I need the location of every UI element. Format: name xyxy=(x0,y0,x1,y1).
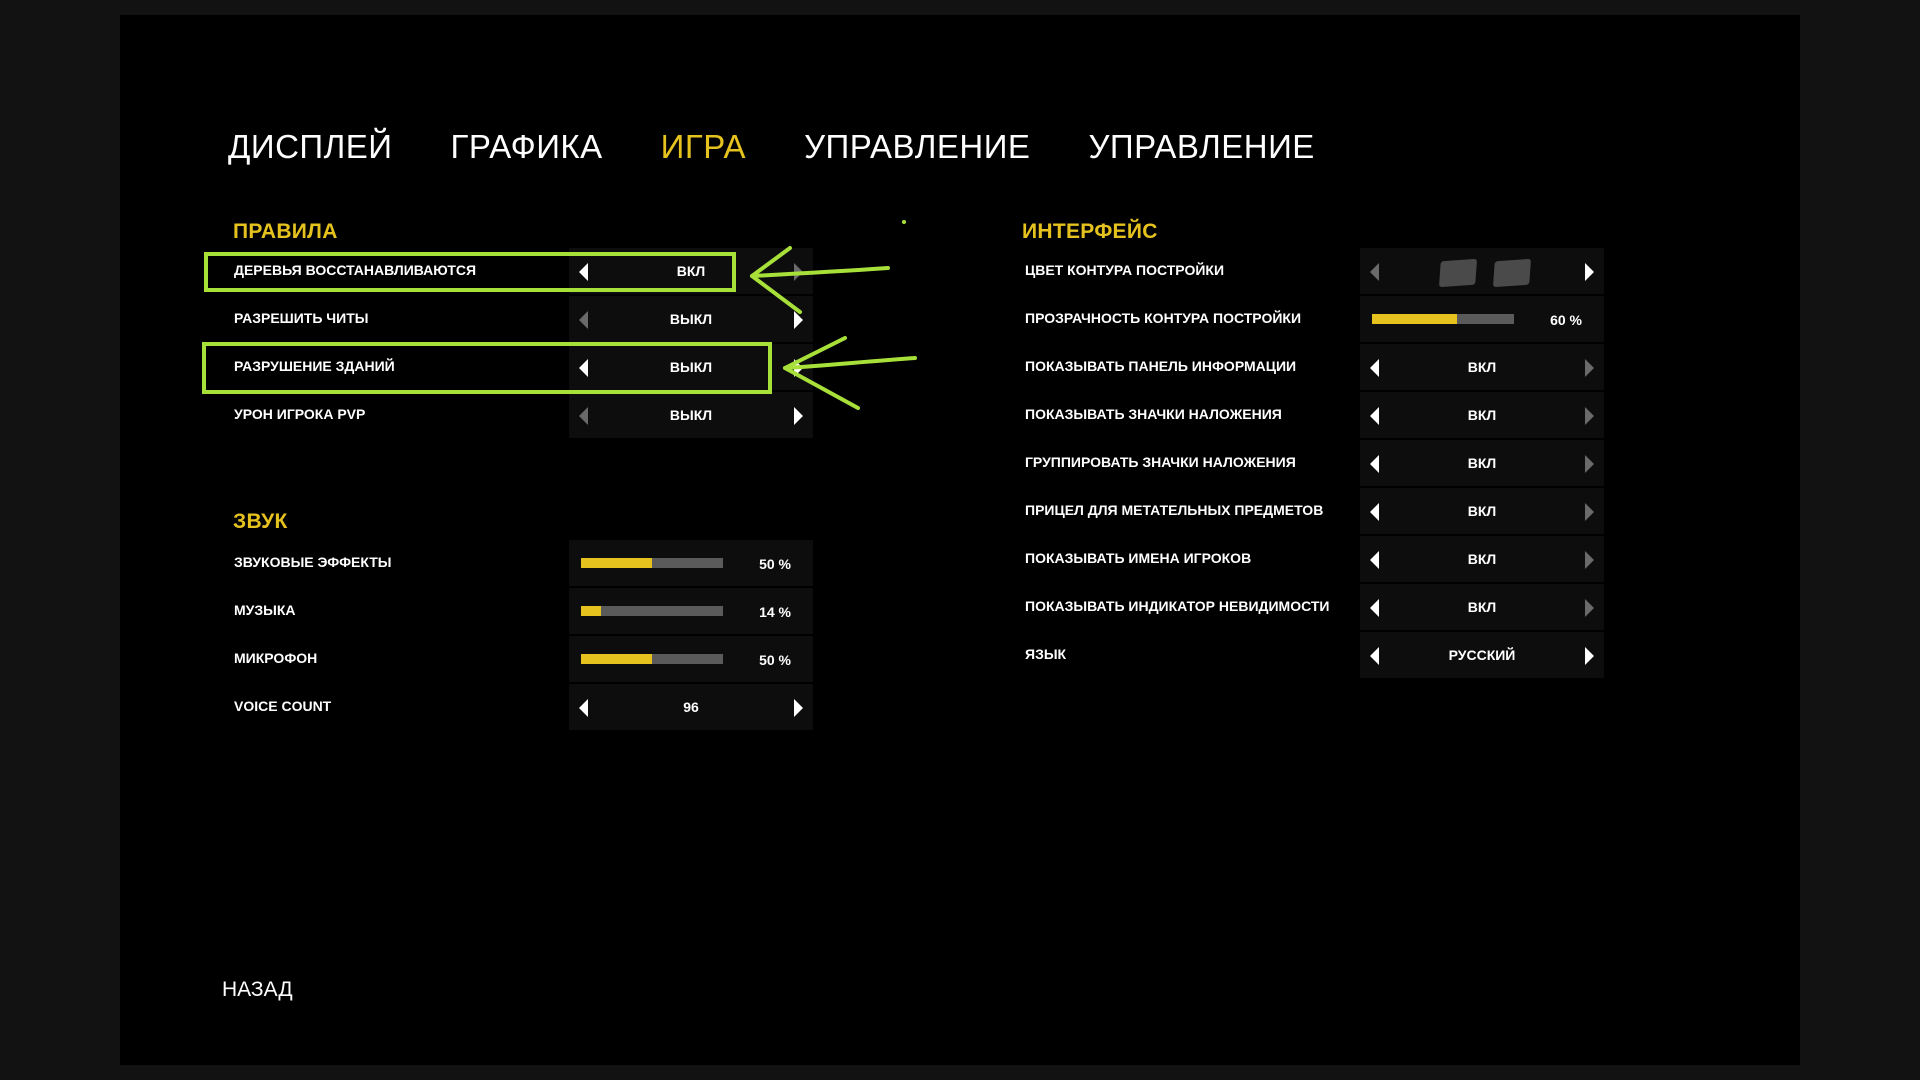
interface-section-title: ИНТЕРФЕЙС xyxy=(1022,220,1158,243)
slider-fill xyxy=(581,606,601,616)
arrow-left-icon[interactable] xyxy=(1370,455,1379,473)
setting-label: МУЗЫКА xyxy=(234,602,296,618)
setting-label: ПРОЗРАЧНОСТЬ КОНТУРА ПОСТРОЙКИ xyxy=(1025,310,1302,326)
arrow-left-icon[interactable] xyxy=(579,311,588,329)
slider-track[interactable] xyxy=(1372,314,1514,324)
setting-label: ДЕРЕВЬЯ ВОССТАНАВЛИВАЮТСЯ xyxy=(234,262,477,278)
arrow-left-icon[interactable] xyxy=(579,359,588,377)
tab-bar: ДИСПЛЕЙ ГРАФИКА ИГРА УПРАВЛЕНИЕ УПРАВЛЕН… xyxy=(228,128,1373,166)
tab-graphics[interactable]: ГРАФИКА xyxy=(451,128,603,166)
setting-value: ВЫКЛ xyxy=(669,359,713,375)
color-swatch[interactable] xyxy=(1438,258,1478,288)
toggle-control: ВКЛ xyxy=(1360,488,1604,534)
slider-percent: 50 % xyxy=(759,556,791,572)
arrow-left-icon[interactable] xyxy=(1370,647,1379,665)
setting-value: ВКЛ xyxy=(1467,503,1497,519)
arrow-left-icon[interactable] xyxy=(1370,359,1379,377)
toggle-control: ВКЛ xyxy=(569,248,813,294)
arrow-left-icon[interactable] xyxy=(1370,599,1379,617)
slider-percent: 50 % xyxy=(759,652,791,668)
slider-percent: 14 % xyxy=(759,604,791,620)
setting-value: 96 xyxy=(683,699,699,715)
sound-section-title: ЗВУК xyxy=(233,510,288,533)
arrow-right-icon[interactable] xyxy=(1585,407,1594,425)
setting-value: РУССКИЙ xyxy=(1448,647,1516,663)
setting-label: ГРУППИРОВАТЬ ЗНАЧКИ НАЛОЖЕНИЯ xyxy=(1025,454,1296,470)
slider-control: 50 % xyxy=(569,636,813,682)
toggle-control: ВКЛ xyxy=(1360,344,1604,390)
toggle-control: ВКЛ xyxy=(1360,584,1604,630)
selector-control: РУССКИЙ xyxy=(1360,632,1604,678)
stepper-control: 96 xyxy=(569,684,813,730)
arrow-left-icon[interactable] xyxy=(1370,503,1379,521)
toggle-control: ВКЛ xyxy=(1360,536,1604,582)
color-picker-control xyxy=(1360,248,1604,294)
tab-display[interactable]: ДИСПЛЕЙ xyxy=(228,128,393,166)
back-button[interactable]: НАЗАД xyxy=(222,978,293,1002)
toggle-control: ВКЛ xyxy=(1360,392,1604,438)
setting-value: ВКЛ xyxy=(1467,359,1497,375)
setting-label: ПОКАЗЫВАТЬ ПАНЕЛЬ ИНФОРМАЦИИ xyxy=(1025,358,1297,374)
setting-label: ПРИЦЕЛ ДЛЯ МЕТАТЕЛЬНЫХ ПРЕДМЕТОВ xyxy=(1025,502,1324,518)
color-swatch[interactable] xyxy=(1492,258,1532,288)
slider-track[interactable] xyxy=(581,654,723,664)
slider-track[interactable] xyxy=(581,606,723,616)
tab-controls[interactable]: УПРАВЛЕНИЕ xyxy=(804,128,1030,166)
arrow-right-icon[interactable] xyxy=(794,263,803,281)
arrow-left-icon[interactable] xyxy=(1370,551,1379,569)
slider-fill xyxy=(581,654,652,664)
arrow-right-icon[interactable] xyxy=(1585,359,1594,377)
slider-percent: 60 % xyxy=(1550,312,1582,328)
setting-label: РАЗРЕШИТЬ ЧИТЫ xyxy=(234,310,369,326)
arrow-left-icon[interactable] xyxy=(579,263,588,281)
toggle-control: ВЫКЛ xyxy=(569,296,813,342)
setting-label: МИКРОФОН xyxy=(234,650,318,666)
setting-label: ПОКАЗЫВАТЬ ИМЕНА ИГРОКОВ xyxy=(1025,550,1252,566)
annotation-dot xyxy=(902,220,906,224)
arrow-right-icon[interactable] xyxy=(794,699,803,717)
arrow-right-icon[interactable] xyxy=(1585,503,1594,521)
toggle-control: ВКЛ xyxy=(1360,440,1604,486)
slider-control: 50 % xyxy=(569,540,813,586)
toggle-control: ВЫКЛ xyxy=(569,344,813,390)
setting-value: ВКЛ xyxy=(1467,599,1497,615)
setting-label: ЯЗЫК xyxy=(1025,646,1067,662)
setting-value: ВЫКЛ xyxy=(669,407,713,423)
setting-label: VOICE COUNT xyxy=(234,698,332,714)
setting-value: ВЫКЛ xyxy=(669,311,713,327)
arrow-right-icon[interactable] xyxy=(1585,551,1594,569)
setting-value: ВКЛ xyxy=(1467,455,1497,471)
arrow-right-icon[interactable] xyxy=(1585,647,1594,665)
slider-fill xyxy=(1372,314,1458,324)
arrow-right-icon[interactable] xyxy=(1585,263,1594,281)
setting-label: ЦВЕТ КОНТУРА ПОСТРОЙКИ xyxy=(1025,262,1225,278)
setting-label: ПОКАЗЫВАТЬ ЗНАЧКИ НАЛОЖЕНИЯ xyxy=(1025,406,1282,422)
setting-value: ВКЛ xyxy=(676,263,706,279)
slider-fill xyxy=(581,558,652,568)
setting-value: ВКЛ xyxy=(1467,551,1497,567)
arrow-right-icon[interactable] xyxy=(794,311,803,329)
slider-control: 60 % xyxy=(1360,296,1604,342)
slider-control: 14 % xyxy=(569,588,813,634)
rules-section-title: ПРАВИЛА xyxy=(233,220,338,243)
arrow-right-icon[interactable] xyxy=(1585,455,1594,473)
tab-controls-2[interactable]: УПРАВЛЕНИЕ xyxy=(1088,128,1314,166)
arrow-right-icon[interactable] xyxy=(794,407,803,425)
setting-label: РАЗРУШЕНИЕ ЗДАНИЙ xyxy=(234,358,395,374)
arrow-right-icon[interactable] xyxy=(794,359,803,377)
arrow-left-icon[interactable] xyxy=(579,699,588,717)
setting-label: УРОН ИГРОКА PVP xyxy=(234,406,366,422)
arrow-left-icon[interactable] xyxy=(1370,407,1379,425)
setting-value: ВКЛ xyxy=(1467,407,1497,423)
toggle-control: ВЫКЛ xyxy=(569,392,813,438)
setting-label: ПОКАЗЫВАТЬ ИНДИКАТОР НЕВИДИМОСТИ xyxy=(1025,598,1330,614)
arrow-left-icon[interactable] xyxy=(1370,263,1379,281)
arrow-right-icon[interactable] xyxy=(1585,599,1594,617)
setting-label: ЗВУКОВЫЕ ЭФФЕКТЫ xyxy=(234,554,392,570)
arrow-left-icon[interactable] xyxy=(579,407,588,425)
slider-track[interactable] xyxy=(581,558,723,568)
tab-game[interactable]: ИГРА xyxy=(661,128,746,166)
